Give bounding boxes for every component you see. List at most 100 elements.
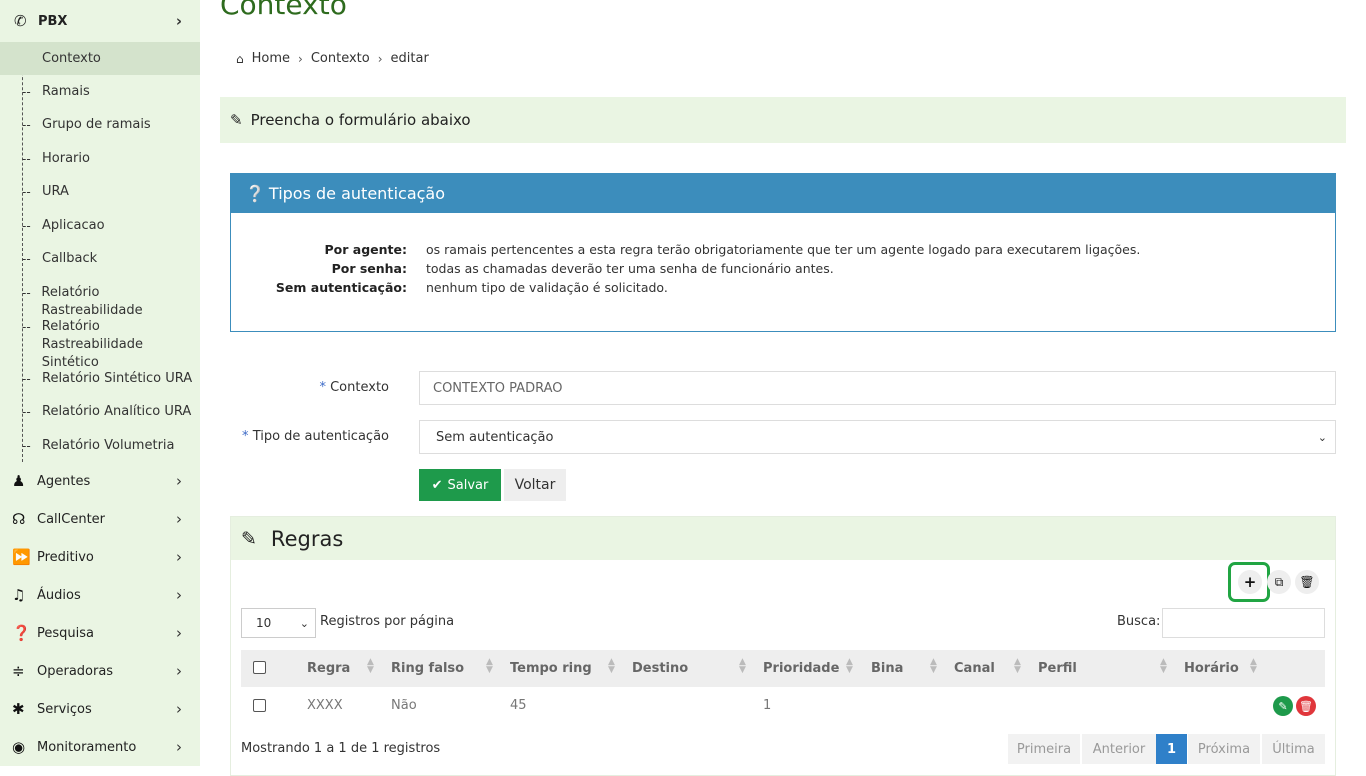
tipo-autenticacao-value: Sem autenticação <box>436 429 554 445</box>
column-header-bina[interactable]: Bina <box>871 661 903 676</box>
per-page-label: Registros por página <box>320 614 455 629</box>
home-icon: ⌂ <box>236 51 244 66</box>
sidebar-item-callback[interactable]: -- Callback <box>0 250 200 268</box>
breadcrumb-section[interactable]: Contexto <box>311 51 370 66</box>
rules-title: Regras <box>270 526 344 551</box>
edit-icon: ✎ <box>230 111 243 129</box>
per-page-select[interactable]: 10 ⌄ <box>241 608 316 638</box>
sidebar-item-audios[interactable]: ♫ Áudios › <box>0 576 200 614</box>
sidebar-item-relatorio-analitico-ura[interactable]: -- Relatório Analítico URA <box>0 403 200 421</box>
cell-tempo-ring: 45 <box>510 698 527 713</box>
chevron-down-icon: ⌄ <box>1317 430 1327 444</box>
auth-info-desc: nenhum tipo de validação é solicitado. <box>426 280 668 295</box>
sidebar-item-monitoramento[interactable]: ◉ Monitoramento › <box>0 728 200 766</box>
question-circle-icon: ❔ <box>245 184 265 203</box>
column-header-tempo-ring[interactable]: Tempo ring <box>510 661 592 676</box>
sort-icon: ▲ ▼ <box>1250 657 1257 675</box>
auth-info-header: ❔ Tipos de autenticação <box>231 174 1335 213</box>
question-icon: ❓ <box>12 624 31 642</box>
sidebar-item-servicos[interactable]: ✱ Serviços › <box>0 690 200 728</box>
sidebar-item-grupo-de-ramais[interactable]: -- Grupo de ramais <box>0 116 200 134</box>
sidebar-item-label: Horario <box>42 151 90 166</box>
pagination-first[interactable]: Primeira <box>1008 734 1080 764</box>
pagination-page-1[interactable]: 1 <box>1156 734 1187 764</box>
contexto-field[interactable]: CONTEXTO PADRAO <box>419 371 1336 405</box>
eye-icon: ◉ <box>12 738 26 756</box>
sidebar-item-label: URA <box>42 184 69 199</box>
auth-info-label: Sem autenticação: <box>275 280 407 295</box>
delete-row-button[interactable]: 🗑 <box>1296 696 1316 716</box>
chevron-right-icon: › <box>298 51 303 66</box>
required-mark: * <box>242 429 249 444</box>
page-title: Contexto <box>220 0 347 21</box>
chevron-right-icon: › <box>176 586 182 604</box>
music-icon: ♫ <box>12 586 26 604</box>
trash-icon: 🗑 <box>1299 699 1313 713</box>
column-header-canal[interactable]: Canal <box>954 661 995 676</box>
table-header: Regra ▲ ▼ Ring falso ▲ ▼ Tempo ring ▲ ▼ Des… <box>241 650 1325 687</box>
column-header-prioridade[interactable]: Prioridade <box>763 661 839 676</box>
sidebar-item-preditivo[interactable]: ⏩ Preditivo › <box>0 538 200 576</box>
pagination-last[interactable]: Última <box>1262 734 1325 764</box>
column-header-horario[interactable]: Horário <box>1184 661 1239 676</box>
column-header-destino[interactable]: Destino <box>632 661 688 676</box>
cell-regra: XXXX <box>307 698 343 713</box>
sidebar-item-ramais[interactable]: -- Ramais <box>0 83 200 101</box>
sidebar-item-agentes[interactable]: ♟ Agentes › <box>0 462 200 500</box>
chevron-right-icon: › <box>377 51 383 66</box>
column-header-regra[interactable]: Regra <box>307 661 350 676</box>
copy-rule-button[interactable]: ⧉ <box>1267 570 1291 594</box>
sidebar-item-relatorio-rastreabilidade-sintetico[interactable]: -- Relatório Rastreabilidade Sintético <box>0 318 200 372</box>
pagination-prev[interactable]: Anterior <box>1082 734 1156 764</box>
delete-rules-button[interactable]: 🗑 <box>1295 570 1319 594</box>
sort-icon: ▲ ▼ <box>367 657 374 675</box>
sidebar-item-pesquisa[interactable]: ❓ Pesquisa › <box>0 614 200 652</box>
sidebar-item-relatorio-volumetria[interactable]: -- Relatório Volumetria <box>0 437 200 455</box>
tipo-autenticacao-label: * Tipo de autenticação <box>229 429 389 444</box>
column-header-perfil[interactable]: Perfil <box>1038 661 1077 676</box>
chevron-right-icon: › <box>175 12 182 30</box>
rules-header: ✎ Regras <box>231 517 1335 560</box>
sidebar-item-relatorio-rastreabilidade[interactable]: -- Relatório Rastreabilidade <box>0 284 200 320</box>
sidebar-item-label: CallCenter <box>37 511 106 527</box>
sidebar-item-callcenter[interactable]: ☊ CallCenter › <box>0 500 200 538</box>
auth-info-desc: todas as chamadas deverão ter uma senha … <box>426 261 834 276</box>
sidebar-item-label: Relatório Sintético URA <box>42 371 193 386</box>
tipo-autenticacao-label-text: Tipo de autenticação <box>252 429 389 444</box>
search-input[interactable] <box>1162 608 1325 638</box>
chevron-right-icon: › <box>176 472 182 490</box>
form-banner-text: Preencha o formulário abaixo <box>250 111 471 129</box>
row-checkbox[interactable] <box>253 699 266 712</box>
sort-icon: ▲ ▼ <box>1160 657 1167 675</box>
rss-icon: ≑ <box>12 662 25 680</box>
sidebar-item-label: Callback <box>42 251 98 266</box>
save-button[interactable]: ✔ Salvar <box>419 469 501 501</box>
breadcrumb-home[interactable]: Home <box>252 51 290 66</box>
chevron-right-icon: › <box>176 548 182 566</box>
tipo-autenticacao-select[interactable]: Sem autenticação ⌄ <box>419 420 1336 454</box>
sidebar-item-label: Grupo de ramais <box>42 117 151 132</box>
sidebar-item-pbx[interactable]: ✆ PBX › <box>0 0 200 42</box>
chevron-right-icon: › <box>176 510 182 528</box>
chevron-right-icon: › <box>176 662 182 680</box>
sidebar-item-horario[interactable]: -- Horario <box>0 150 200 168</box>
column-header-ring-falso[interactable]: Ring falso <box>391 661 464 676</box>
edit-icon: ✎ <box>241 527 257 550</box>
per-page-value: 10 <box>256 616 272 630</box>
sidebar-item-label: Operadoras <box>37 663 114 679</box>
sidebar-item-label: Aplicacao <box>42 218 105 233</box>
sidebar-item-contexto[interactable]: Contexto <box>0 42 200 75</box>
sidebar: ✆ PBX › Contexto -- Ramais -- Grupo de ram… <box>0 0 200 766</box>
select-all-checkbox[interactable] <box>253 661 266 674</box>
sidebar-item-ura[interactable]: -- URA <box>0 183 200 201</box>
sidebar-item-relatorio-sintetico-ura[interactable]: -- Relatório Sintético URA <box>0 370 200 388</box>
breadcrumb-current: editar <box>390 51 429 66</box>
back-button[interactable]: Voltar <box>504 469 566 501</box>
pagination-next[interactable]: Próxima <box>1188 734 1260 764</box>
sidebar-item-aplicacao[interactable]: -- Aplicacao <box>0 217 200 235</box>
edit-row-button[interactable]: ✎ <box>1273 696 1293 716</box>
sidebar-item-operadoras[interactable]: ≑ Operadoras › <box>0 652 200 690</box>
chevron-right-icon: › <box>176 738 182 756</box>
contexto-label-text: Contexto <box>330 380 389 395</box>
chevron-right-icon: › <box>176 624 182 642</box>
